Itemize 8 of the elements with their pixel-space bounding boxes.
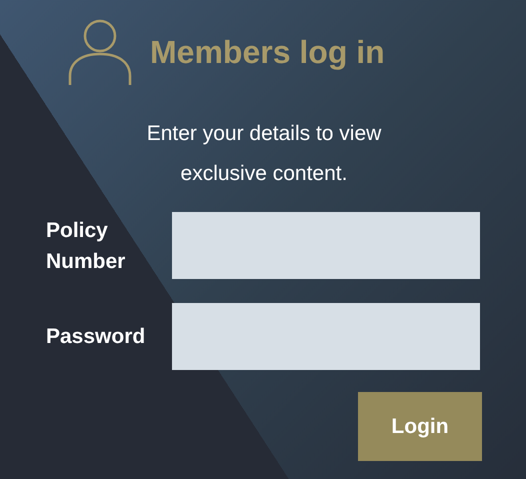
login-button[interactable]: Login xyxy=(358,392,482,461)
user-icon xyxy=(68,18,132,86)
field-label: Password xyxy=(46,324,146,350)
intro-text: Enter your details to view exclusive content. xyxy=(146,121,382,187)
field-label: Policy Number xyxy=(46,218,126,274)
input-field[interactable] xyxy=(172,212,480,279)
input-field[interactable] xyxy=(172,303,480,370)
login-title: Members log in xyxy=(150,34,385,70)
